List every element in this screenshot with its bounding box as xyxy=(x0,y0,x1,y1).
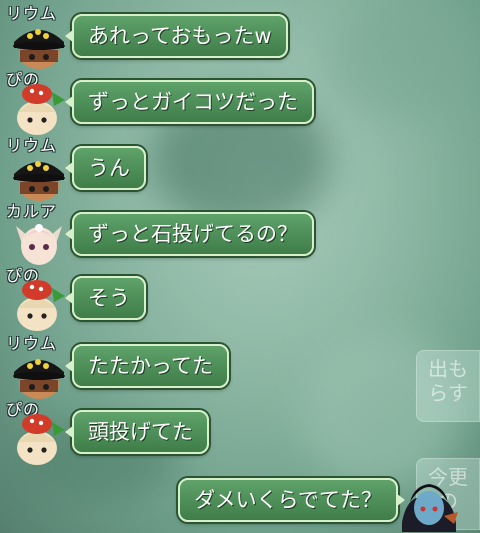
message-bubble: うん xyxy=(65,146,146,190)
message-bubble: 頭投げてた xyxy=(65,410,209,454)
mushroom-cap-avatar-icon xyxy=(17,414,65,465)
mushroom-cap-avatar-icon xyxy=(17,84,65,135)
mushroom-cap-avatar-icon xyxy=(17,280,65,331)
message-bubble: たたかってた xyxy=(65,344,229,388)
black-hat-avatar-icon xyxy=(13,161,65,201)
black-hat-avatar-icon xyxy=(13,29,65,69)
side-button[interactable]: 出も らす xyxy=(416,350,480,422)
message-bubble: ずっと石投げてるの？ xyxy=(65,212,314,256)
pink-hair-avatar-icon xyxy=(16,224,62,265)
message-bubble: あれっておもったw xyxy=(65,14,288,58)
message-bubble: そう xyxy=(65,276,146,320)
background-shape xyxy=(330,0,480,120)
game-screen: 出も らす 今更 の リウム あれっておもったw ぴの ずっとガイコツだった リ… xyxy=(0,0,480,533)
black-hat-avatar-icon xyxy=(13,359,65,399)
message-bubble: ずっとガイコツだった xyxy=(65,80,314,124)
my-message-bubble: ダメいくらでてた？ xyxy=(178,478,405,522)
blue-skin-avatar-icon xyxy=(402,484,458,532)
